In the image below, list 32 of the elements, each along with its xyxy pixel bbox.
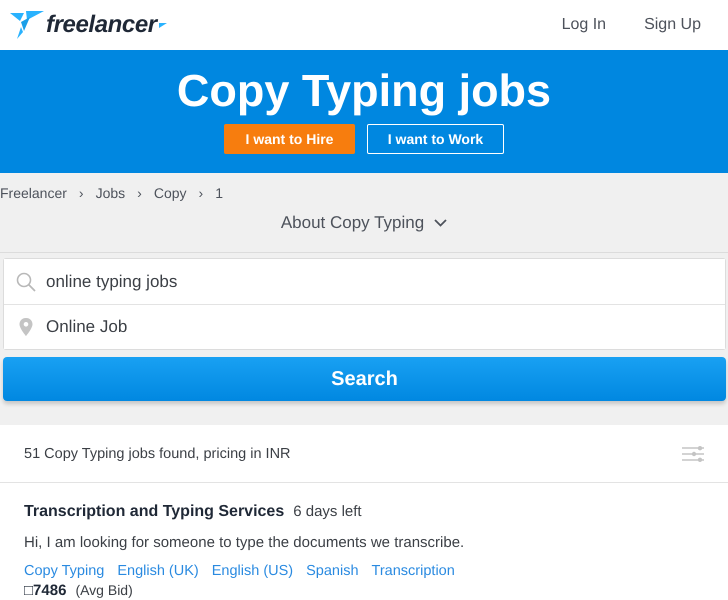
skill-link[interactable]: English (US) [212, 563, 294, 579]
skill-link[interactable]: Copy Typing [24, 563, 104, 579]
page-title: Copy Typing jobs [176, 65, 552, 117]
results-summary: 51 Copy Typing jobs found, pricing in INR [24, 446, 291, 462]
keyword-input[interactable]: online typing jobs [46, 266, 713, 296]
search-icon [16, 272, 36, 292]
logo-bird-icon [10, 11, 44, 39]
work-button[interactable]: I want to Work [367, 124, 504, 154]
breadcrumb-separator: › [78, 185, 84, 201]
job-description: Hi, I am looking for someone to type the documents we transcribe. [24, 533, 466, 553]
location-field[interactable]: Online Job [4, 304, 725, 349]
filter-button[interactable] [682, 446, 704, 462]
logo-wordmark: freelancer [46, 11, 157, 39]
skill-link[interactable]: Transcription [372, 563, 455, 579]
bid-note: (Avg Bid) [75, 582, 133, 599]
skill-link[interactable]: Spanish [306, 563, 359, 579]
breadcrumb-separator: › [137, 185, 142, 201]
time-left: 6 days left [293, 503, 362, 520]
logo-tail-icon [158, 22, 167, 28]
filter-sliders-icon [682, 446, 704, 462]
breadcrumb-separator: › [198, 185, 204, 201]
breadcrumb-link[interactable]: 1 [215, 185, 223, 201]
skill-link[interactable]: English (UK) [117, 563, 199, 579]
about-toggle[interactable]: About Copy Typing [280, 213, 448, 233]
breadcrumb-link[interactable]: Jobs [96, 185, 126, 201]
location-input[interactable]: Online Job [46, 312, 713, 342]
job-title-link[interactable]: Transcription and Typing Services [24, 503, 284, 521]
breadcrumb-link[interactable]: Copy [154, 185, 187, 201]
bid-amount: □7486 [24, 582, 66, 599]
nav-link[interactable]: Sign Up [644, 16, 701, 34]
nav-link[interactable]: Log In [562, 16, 606, 34]
breadcrumb-link[interactable]: Freelancer [0, 185, 67, 201]
